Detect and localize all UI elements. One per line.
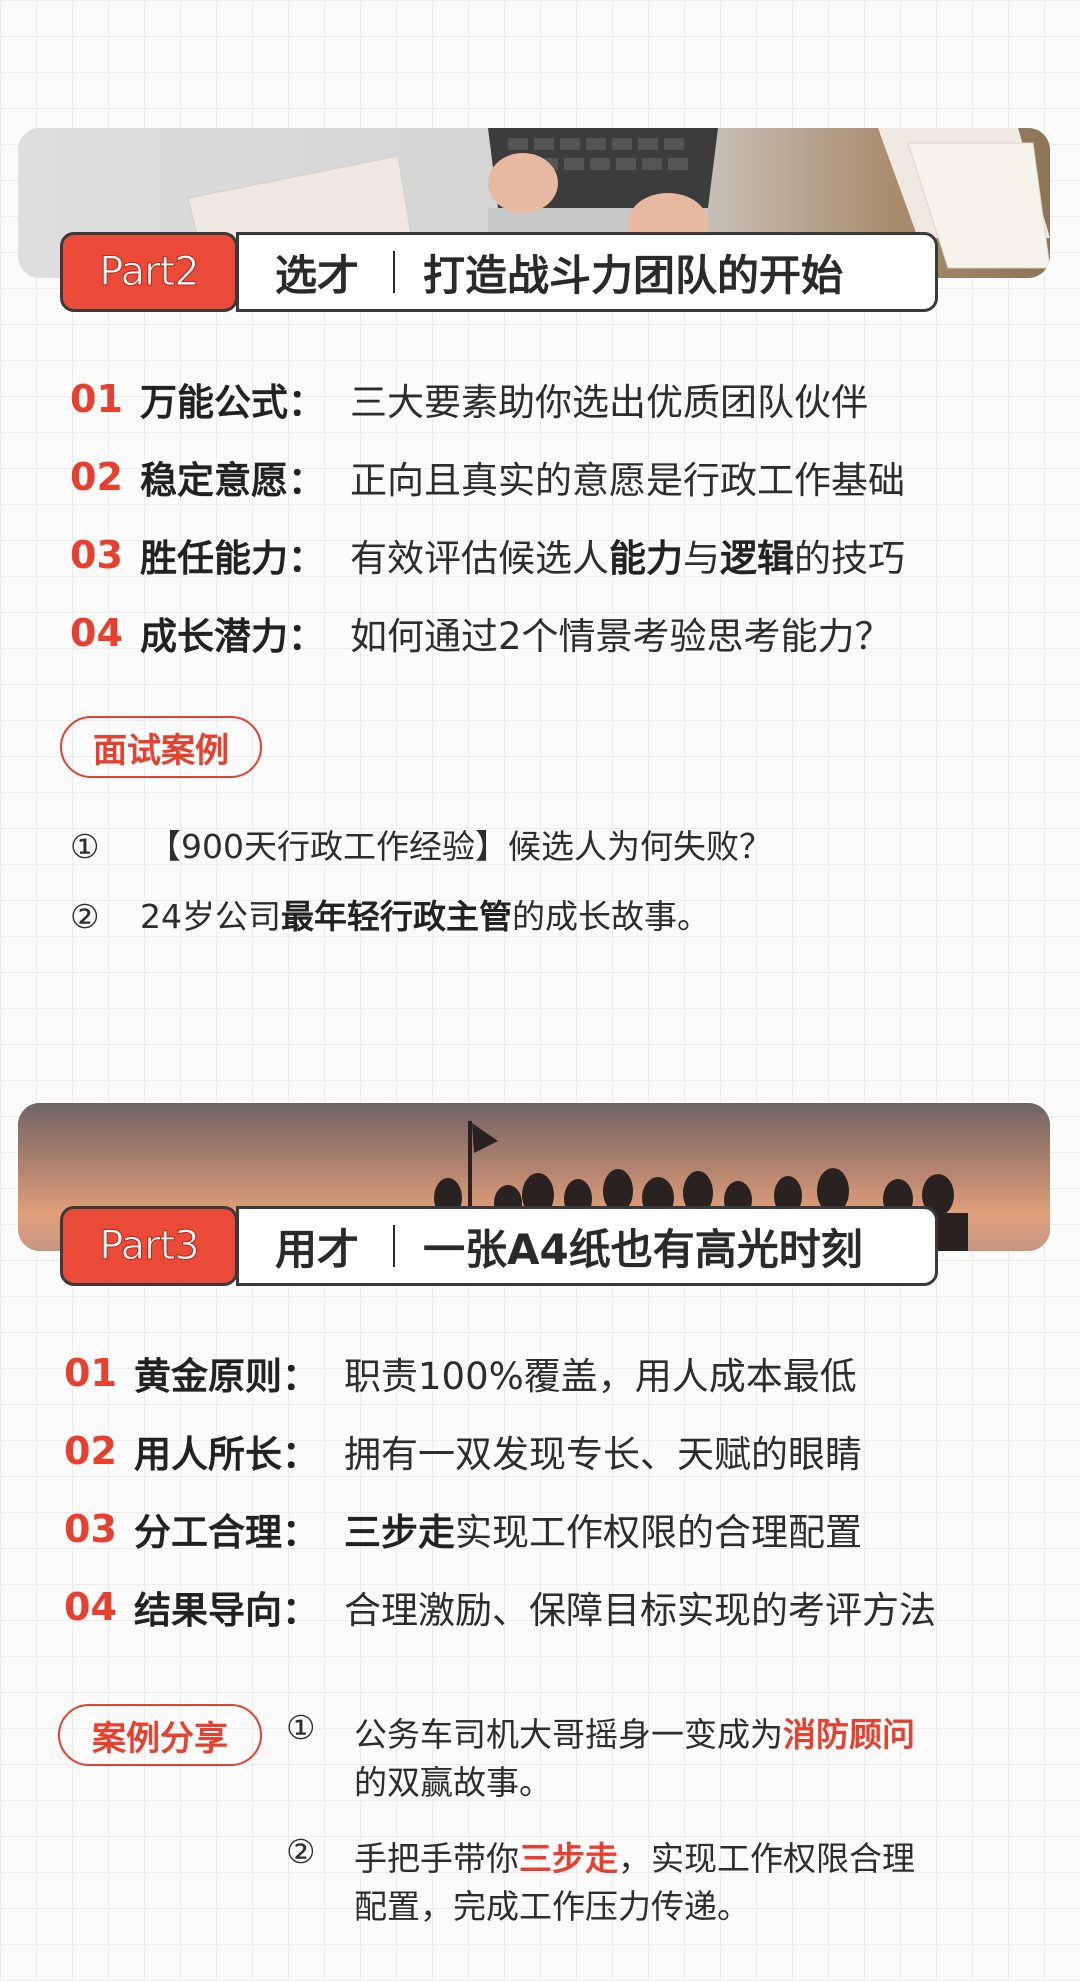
item-key: 分工合理： — [134, 1511, 319, 1554]
item-key: 万能公式： — [140, 381, 325, 424]
part2-title-right: 打造战斗力团队的开始 — [423, 250, 844, 300]
case-text: 24岁公司 — [140, 897, 281, 936]
item-highlight: 能力 — [609, 537, 683, 580]
part3-title: 用才 一张A4纸也有高光时刻 — [236, 1206, 938, 1286]
list-item: 03 分工合理： 三步走 实现工作权限的合理配置 — [64, 1502, 862, 1556]
case-text: 【900天行政工作经验】候选人为何失败？ — [148, 827, 772, 866]
item-text: 与 — [683, 537, 720, 580]
list-item: 02 用人所长： 拥有一双发现专长、天赋的眼睛 — [64, 1424, 862, 1478]
item-key: 胜任能力： — [140, 537, 325, 580]
case-text: ，实现工作权限合理 — [618, 1839, 915, 1878]
list-item: 03 胜任能力： 有效评估候选人 能力与逻辑 的技巧 — [70, 528, 905, 582]
case-highlight: 最年轻行政主管 — [281, 897, 512, 936]
item-key: 结果导向： — [134, 1589, 319, 1632]
case-number: ① — [286, 1708, 316, 1747]
title-divider — [393, 251, 396, 293]
item-number: 04 — [64, 1585, 117, 1629]
item-number: 01 — [64, 1351, 117, 1395]
case-line-2: 配置，完成工作压力传递。 — [354, 1887, 750, 1926]
item-text: 实现工作权限的合理配置 — [455, 1511, 862, 1554]
list-item: 01 万能公式： 三大要素助你选出优质团队伙伴 — [70, 372, 868, 426]
case-text: 的成长故事。 — [512, 897, 710, 936]
list-item: 04 结果导向： 合理激励、保障目标实现的考评方法 — [64, 1580, 936, 1634]
item-number: 02 — [70, 455, 123, 499]
item-key: 黄金原则： — [134, 1355, 319, 1398]
case-highlight: 三步走 — [519, 1839, 618, 1878]
title-divider — [393, 1225, 396, 1267]
case-text: 公务车司机大哥摇身一变成为 — [354, 1715, 783, 1754]
case-number: ② — [70, 897, 100, 936]
item-number: 03 — [70, 533, 123, 577]
item-highlight: 逻辑 — [720, 537, 794, 580]
part2-title: 选才 打造战斗力团队的开始 — [236, 232, 938, 312]
item-number: 04 — [70, 611, 123, 655]
case-line-1: 手把手带你三步走，实现工作权限合理 — [354, 1832, 915, 1880]
item-key: 用人所长： — [134, 1433, 319, 1476]
item-text: 合理激励、保障目标实现的考评方法 — [344, 1589, 936, 1632]
item-number: 03 — [64, 1507, 117, 1551]
case-number: ① — [70, 827, 100, 866]
list-item: 04 成长潜力： 如何通过2个情景考验思考能力？ — [70, 606, 892, 660]
part3-case-badge: 案例分享 — [58, 1704, 262, 1766]
item-highlight: 三步走 — [344, 1511, 455, 1554]
case-highlight: 消防顾问 — [783, 1715, 915, 1754]
case-item: ② 24岁公司最年轻行政主管的成长故事。 — [70, 890, 710, 938]
part3-tag: Part3 — [60, 1206, 238, 1286]
part2-title-left: 选才 — [275, 250, 360, 300]
case-line-2: 的双赢故事。 — [354, 1763, 552, 1802]
list-item: 01 黄金原则： 职责100%覆盖，用人成本最低 — [64, 1346, 857, 1400]
part3-title-right: 一张A4纸也有高光时刻 — [423, 1224, 863, 1274]
item-text: 正向且真实的意愿是行政工作基础 — [350, 459, 905, 502]
item-key: 成长潜力： — [140, 615, 325, 658]
item-text: 职责100%覆盖，用人成本最低 — [344, 1355, 857, 1398]
part3-title-left: 用才 — [275, 1224, 360, 1274]
case-item: ① 【900天行政工作经验】候选人为何失败？ — [70, 820, 772, 868]
item-number: 02 — [64, 1429, 117, 1473]
part2-tag: Part2 — [60, 232, 238, 312]
item-number: 01 — [70, 377, 123, 421]
case-line-1: 公务车司机大哥摇身一变成为消防顾问 — [354, 1708, 915, 1756]
item-text: 三大要素助你选出优质团队伙伴 — [350, 381, 868, 424]
item-text: 有效评估候选人 — [350, 537, 609, 580]
list-item: 02 稳定意愿： 正向且真实的意愿是行政工作基础 — [70, 450, 905, 504]
item-text: 的技巧 — [794, 537, 905, 580]
case-text: 手把手带你 — [354, 1839, 519, 1878]
item-text: 拥有一双发现专长、天赋的眼睛 — [344, 1433, 862, 1476]
item-key: 稳定意愿： — [140, 459, 325, 502]
case-number: ② — [286, 1832, 316, 1871]
item-text: 如何通过2个情景考验思考能力？ — [350, 615, 892, 658]
part2-case-badge: 面试案例 — [60, 716, 262, 778]
